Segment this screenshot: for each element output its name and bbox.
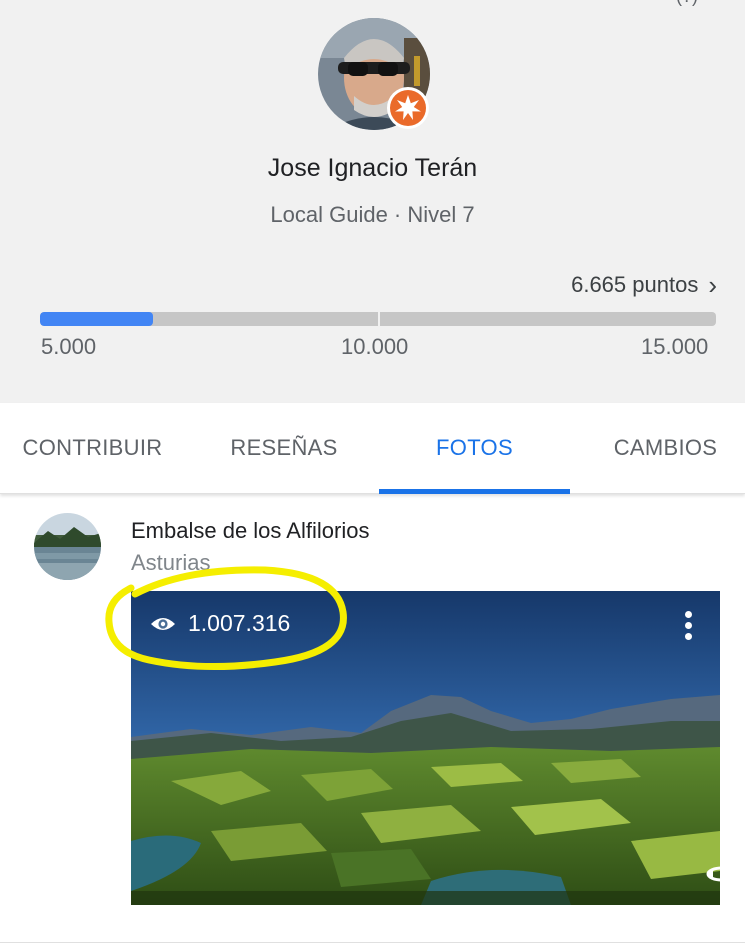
chevron-right-icon: › xyxy=(708,270,717,300)
highlight-circle xyxy=(105,566,347,671)
tab-fotos[interactable]: FOTOS xyxy=(379,403,570,493)
tab-resenas[interactable]: RESEÑAS xyxy=(190,403,378,493)
level-progress-fill xyxy=(40,312,153,326)
tab-contribuir[interactable]: CONTRIBUIR xyxy=(0,403,185,493)
place-name[interactable]: Embalse de los Alfilorios xyxy=(131,518,369,544)
tab-cambios[interactable]: CAMBIOS xyxy=(578,403,745,493)
profile-header: (?) Jose Ignacio Terán Local Guide · Niv… xyxy=(0,0,745,403)
contribution-tabs: CONTRIBUIR RESEÑAS FOTOS CAMBIOS xyxy=(0,403,745,494)
place-thumbnail[interactable] xyxy=(34,513,101,580)
profile-name: Jose Ignacio Terán xyxy=(267,154,478,182)
local-guide-badge-icon xyxy=(387,87,429,129)
progress-divider xyxy=(378,312,380,326)
points-label: 6.665 puntos xyxy=(571,272,699,297)
help-icon[interactable]: (?) xyxy=(676,0,702,8)
progress-tick-max: 15.000 xyxy=(641,334,709,359)
active-tab-indicator xyxy=(379,489,570,494)
360-rotate-icon[interactable] xyxy=(704,862,740,886)
more-vert-icon[interactable] xyxy=(679,609,699,643)
progress-tick-min: 5.000 xyxy=(41,334,97,359)
points-link[interactable]: 6.665 puntos › xyxy=(571,272,717,298)
progress-tick-mid: 10.000 xyxy=(341,334,409,359)
divider xyxy=(0,942,745,943)
profile-level: Local Guide · Nivel 7 xyxy=(270,202,475,227)
